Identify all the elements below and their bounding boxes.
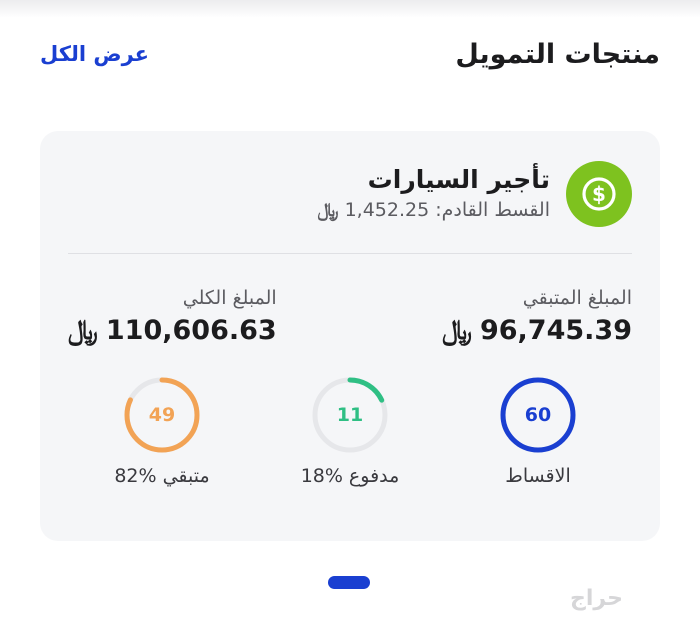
financing-card[interactable]: $ تأجير السيارات القسط القادم: ﷼ 1,452.2… <box>40 131 660 541</box>
section-title: منتجات التمويل <box>455 38 660 70</box>
top-shadow <box>0 0 700 18</box>
product-text: تأجير السيارات القسط القادم: ﷼ 1,452.25 <box>318 164 550 224</box>
stat-remaining: 49 متبقي 82% <box>82 375 242 487</box>
remaining-amount-value-row: ﷼ 96,745.39 <box>442 313 632 349</box>
installments-label: الاقساط <box>505 465 571 487</box>
total-amount: المبلغ الكلي ﷼ 110,606.63 <box>68 283 277 349</box>
next-installment-label: القسط القادم: <box>435 199 550 221</box>
section-header: منتجات التمويل عرض الكل <box>40 30 660 78</box>
remaining-label-row: متبقي 82% <box>114 465 209 487</box>
remaining-percent: 82% <box>114 465 157 487</box>
installments-ring: 60 <box>498 375 578 455</box>
remaining-ring: 49 <box>122 375 202 455</box>
currency-icon: ﷼ <box>442 315 473 346</box>
pager-indicator-active[interactable] <box>328 576 370 589</box>
product-name: تأجير السيارات <box>367 165 550 194</box>
next-installment-amount: ﷼ 1,452.25 <box>318 196 430 224</box>
watermark-logo: حراج <box>570 586 623 611</box>
stat-paid: 11 مدفوع 18% <box>270 375 430 487</box>
installments-count: 60 <box>524 404 552 426</box>
remaining-count: 49 <box>148 404 176 426</box>
paid-label: مدفوع <box>348 465 400 487</box>
next-installment-value: 1,452.25 <box>344 199 430 221</box>
currency-icon: ﷼ <box>317 199 340 221</box>
installments-label-row: الاقساط <box>505 465 571 487</box>
remaining-amount: المبلغ المتبقي ﷼ 96,745.39 <box>442 283 632 349</box>
remaining-amount-label: المبلغ المتبقي <box>522 287 632 309</box>
svg-text:$: $ <box>592 182 606 206</box>
currency-icon: ﷼ <box>68 315 99 346</box>
paid-percent: 18% <box>300 465 343 487</box>
dollar-coin-icon: $ <box>566 161 632 227</box>
paid-label-row: مدفوع 18% <box>301 465 400 487</box>
next-installment: القسط القادم: ﷼ 1,452.25 <box>318 196 550 224</box>
product-row: $ تأجير السيارات القسط القادم: ﷼ 1,452.2… <box>68 159 632 229</box>
total-amount-value: 110,606.63 <box>105 315 277 346</box>
remaining-amount-value: 96,745.39 <box>479 315 632 346</box>
divider <box>68 253 632 254</box>
view-all-link[interactable]: عرض الكل <box>40 42 149 66</box>
paid-count: 11 <box>336 404 364 426</box>
stat-installments: 60 الاقساط <box>458 375 618 487</box>
paid-ring: 11 <box>310 375 390 455</box>
total-amount-label: المبلغ الكلي <box>182 287 277 309</box>
remaining-label: متبقي <box>162 465 210 487</box>
total-amount-value-row: ﷼ 110,606.63 <box>68 313 277 349</box>
